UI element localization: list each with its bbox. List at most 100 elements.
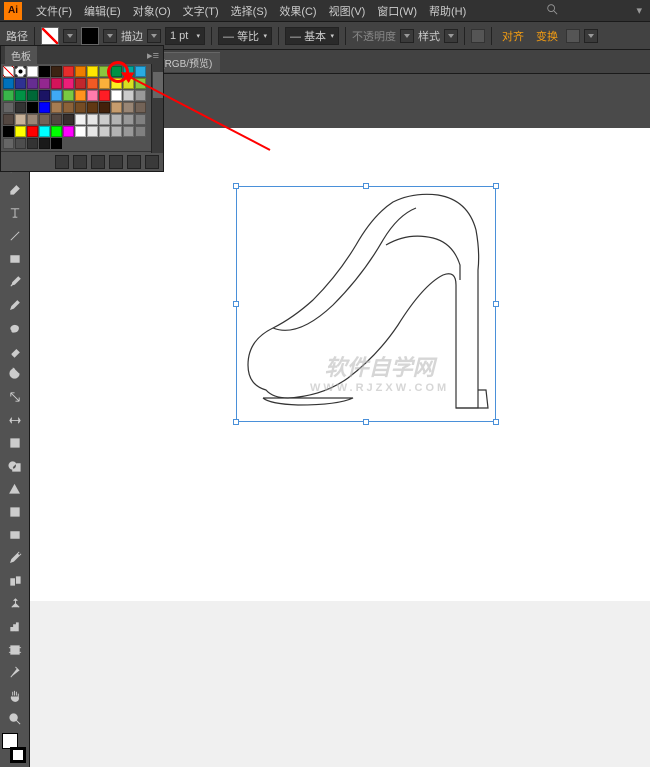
stroke-weight-input[interactable]: 1 pt▾	[165, 27, 205, 45]
swatch-38[interactable]	[27, 102, 38, 113]
artboard-tool[interactable]	[2, 639, 28, 661]
opacity-dropdown[interactable]	[400, 29, 414, 43]
swatch-10[interactable]	[123, 66, 134, 77]
swatch-62[interactable]	[27, 126, 38, 137]
swatch-24[interactable]	[3, 90, 14, 101]
stroke-label[interactable]: 描边	[121, 28, 143, 44]
swatches-scrollbar[interactable]	[151, 64, 163, 153]
swatch-72[interactable]	[3, 138, 14, 149]
swatch-42[interactable]	[75, 102, 86, 113]
swatch-30[interactable]	[75, 90, 86, 101]
style-label[interactable]: 样式	[418, 28, 440, 44]
rectangle-tool[interactable]	[2, 248, 28, 270]
swatch-15[interactable]	[39, 78, 50, 89]
new-color-group-icon[interactable]	[109, 155, 123, 169]
swatch-22[interactable]	[123, 78, 134, 89]
arrange-icon[interactable]: ▾	[632, 4, 646, 17]
swatch-53[interactable]	[63, 114, 74, 125]
width-tool[interactable]	[2, 409, 28, 431]
swatch-63[interactable]	[39, 126, 50, 137]
swatch-56[interactable]	[99, 114, 110, 125]
menu-file[interactable]: 文件(F)	[30, 1, 78, 21]
swatch-8[interactable]	[99, 66, 110, 77]
swatch-35[interactable]	[135, 90, 146, 101]
swatch-16[interactable]	[51, 78, 62, 89]
swatch-34[interactable]	[123, 90, 134, 101]
swatch-51[interactable]	[39, 114, 50, 125]
menu-type[interactable]: 文字(T)	[177, 1, 225, 21]
swatch-libraries-icon[interactable]	[55, 155, 69, 169]
swatch-33[interactable]	[111, 90, 122, 101]
brush-select[interactable]: — 基本▾	[285, 27, 339, 45]
menu-help[interactable]: 帮助(H)	[423, 1, 472, 21]
swatch-74[interactable]	[27, 138, 38, 149]
type-tool[interactable]	[2, 202, 28, 224]
opacity-label[interactable]: 不透明度	[352, 28, 396, 44]
swatch-60[interactable]	[3, 126, 14, 137]
swatch-46[interactable]	[123, 102, 134, 113]
swatch-68[interactable]	[99, 126, 110, 137]
swatch-12[interactable]	[3, 78, 14, 89]
panel-menu-icon[interactable]: ▸≡	[147, 49, 159, 62]
menu-select[interactable]: 选择(S)	[225, 1, 274, 21]
transform-button[interactable]: 变换	[532, 26, 562, 46]
swatch-20[interactable]	[99, 78, 110, 89]
swatch-48[interactable]	[3, 114, 14, 125]
swatch-49[interactable]	[15, 114, 26, 125]
zoom-tool[interactable]	[2, 708, 28, 730]
selection-bounding-box[interactable]	[236, 186, 496, 422]
stroke-color-box[interactable]	[10, 747, 26, 763]
swatch-11[interactable]	[135, 66, 146, 77]
stroke-swatch[interactable]	[81, 27, 99, 45]
swatch-9[interactable]	[111, 66, 122, 77]
swatch-21[interactable]	[111, 78, 122, 89]
recolor-icon[interactable]	[471, 29, 485, 43]
swatch-4[interactable]	[51, 66, 62, 77]
swatch-45[interactable]	[111, 102, 122, 113]
shape-builder-tool[interactable]	[2, 455, 28, 477]
swatch-54[interactable]	[75, 114, 86, 125]
swatch-66[interactable]	[75, 126, 86, 137]
swatch-36[interactable]	[3, 102, 14, 113]
fill-dropdown[interactable]	[63, 29, 77, 43]
swatch-1[interactable]	[15, 66, 26, 77]
swatch-64[interactable]	[51, 126, 62, 137]
swatch-13[interactable]	[15, 78, 26, 89]
swatch-70[interactable]	[123, 126, 134, 137]
paintbrush-tool[interactable]	[2, 271, 28, 293]
pencil-tool[interactable]	[2, 294, 28, 316]
swatch-5[interactable]	[63, 66, 74, 77]
slice-tool[interactable]	[2, 662, 28, 684]
menu-window[interactable]: 窗口(W)	[371, 1, 423, 21]
swatch-65[interactable]	[63, 126, 74, 137]
mesh-tool[interactable]	[2, 501, 28, 523]
menu-edit[interactable]: 编辑(E)	[78, 1, 127, 21]
swatch-7[interactable]	[87, 66, 98, 77]
column-graph-tool[interactable]	[2, 616, 28, 638]
swatch-75[interactable]	[39, 138, 50, 149]
eraser-tool[interactable]	[2, 340, 28, 362]
swatch-55[interactable]	[87, 114, 98, 125]
isolate-icon[interactable]	[566, 29, 580, 43]
fill-stroke-control[interactable]	[2, 733, 28, 763]
swatch-25[interactable]	[15, 90, 26, 101]
align-button[interactable]: 对齐	[498, 26, 528, 46]
line-tool[interactable]	[2, 225, 28, 247]
swatch-71[interactable]	[135, 126, 146, 137]
swatch-26[interactable]	[27, 90, 38, 101]
menu-view[interactable]: 视图(V)	[323, 1, 372, 21]
swatch-61[interactable]	[15, 126, 26, 137]
swatch-0[interactable]	[3, 66, 14, 77]
swatch-18[interactable]	[75, 78, 86, 89]
swatches-tab[interactable]: 色板	[5, 46, 37, 65]
search-icon[interactable]	[542, 3, 562, 18]
swatch-32[interactable]	[99, 90, 110, 101]
rotate-tool[interactable]	[2, 363, 28, 385]
swatch-76[interactable]	[51, 138, 62, 149]
swatch-59[interactable]	[135, 114, 146, 125]
canvas[interactable]	[30, 128, 650, 601]
swatch-6[interactable]	[75, 66, 86, 77]
delete-swatch-icon[interactable]	[145, 155, 159, 169]
swatch-50[interactable]	[27, 114, 38, 125]
hand-tool[interactable]	[2, 685, 28, 707]
